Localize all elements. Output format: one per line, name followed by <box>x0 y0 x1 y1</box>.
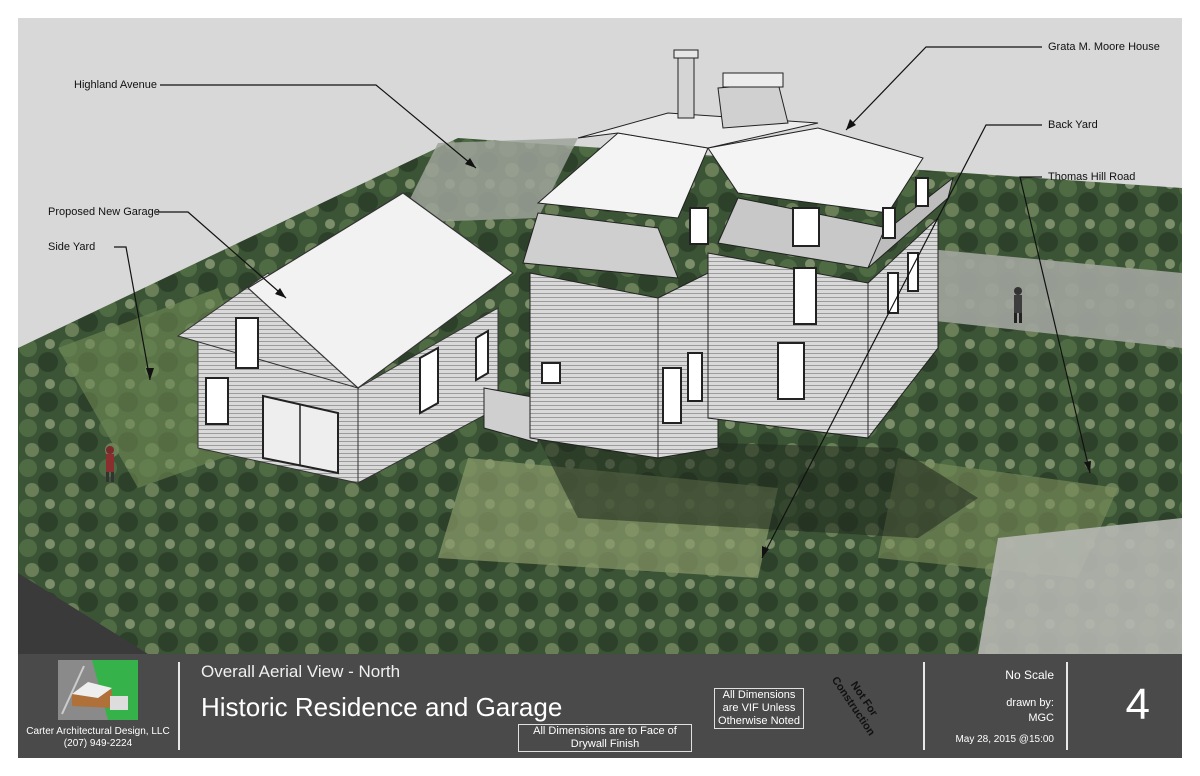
title-divider <box>923 662 925 750</box>
drawing-sheet: Highland Avenue Proposed New Garage Side… <box>18 18 1182 758</box>
drawn-by-block: drawn by: MGC <box>1006 696 1054 726</box>
drawing-title: Historic Residence and Garage <box>201 692 563 722</box>
drawn-by-initials: MGC <box>1028 712 1054 724</box>
title-block: Carter Architectural Design, LLC (207) 9… <box>18 654 1182 758</box>
callout-proposed-garage: Proposed New Garage <box>48 206 160 218</box>
callout-thomas-hill-road: Thomas Hill Road <box>1048 171 1136 183</box>
firm-name: Carter Architectural Design, LLC <box>26 726 170 737</box>
note-drywall: All Dimensions are to Face of Drywall Fi… <box>518 724 692 752</box>
callout-back-yard: Back Yard <box>1048 119 1098 131</box>
not-for-construction-stamp: Not For Construction <box>828 674 880 739</box>
callout-highland-avenue: Highland Avenue <box>74 79 157 91</box>
firm-phone: (207) 949-2224 <box>63 738 133 749</box>
drawn-by-label: drawn by: <box>1006 697 1054 709</box>
drawing-subtitle: Overall Aerial View - North <box>201 662 401 681</box>
aerial-model <box>18 18 1182 654</box>
scale-note: No Scale <box>1005 668 1054 682</box>
title-divider <box>178 662 180 750</box>
callout-side-yard: Side Yard <box>48 241 96 253</box>
note-vif: All Dimensions are VIF Unless Otherwise … <box>714 688 804 729</box>
sheet-number: 4 <box>1125 680 1150 729</box>
aerial-scene: Highland Avenue Proposed New Garage Side… <box>18 18 1182 654</box>
drawing-date: May 28, 2015 @15:00 <box>955 734 1054 745</box>
title-divider <box>1066 662 1068 750</box>
callout-moore-house: Grata M. Moore House <box>1048 41 1160 53</box>
firm-logo-image <box>58 660 138 720</box>
